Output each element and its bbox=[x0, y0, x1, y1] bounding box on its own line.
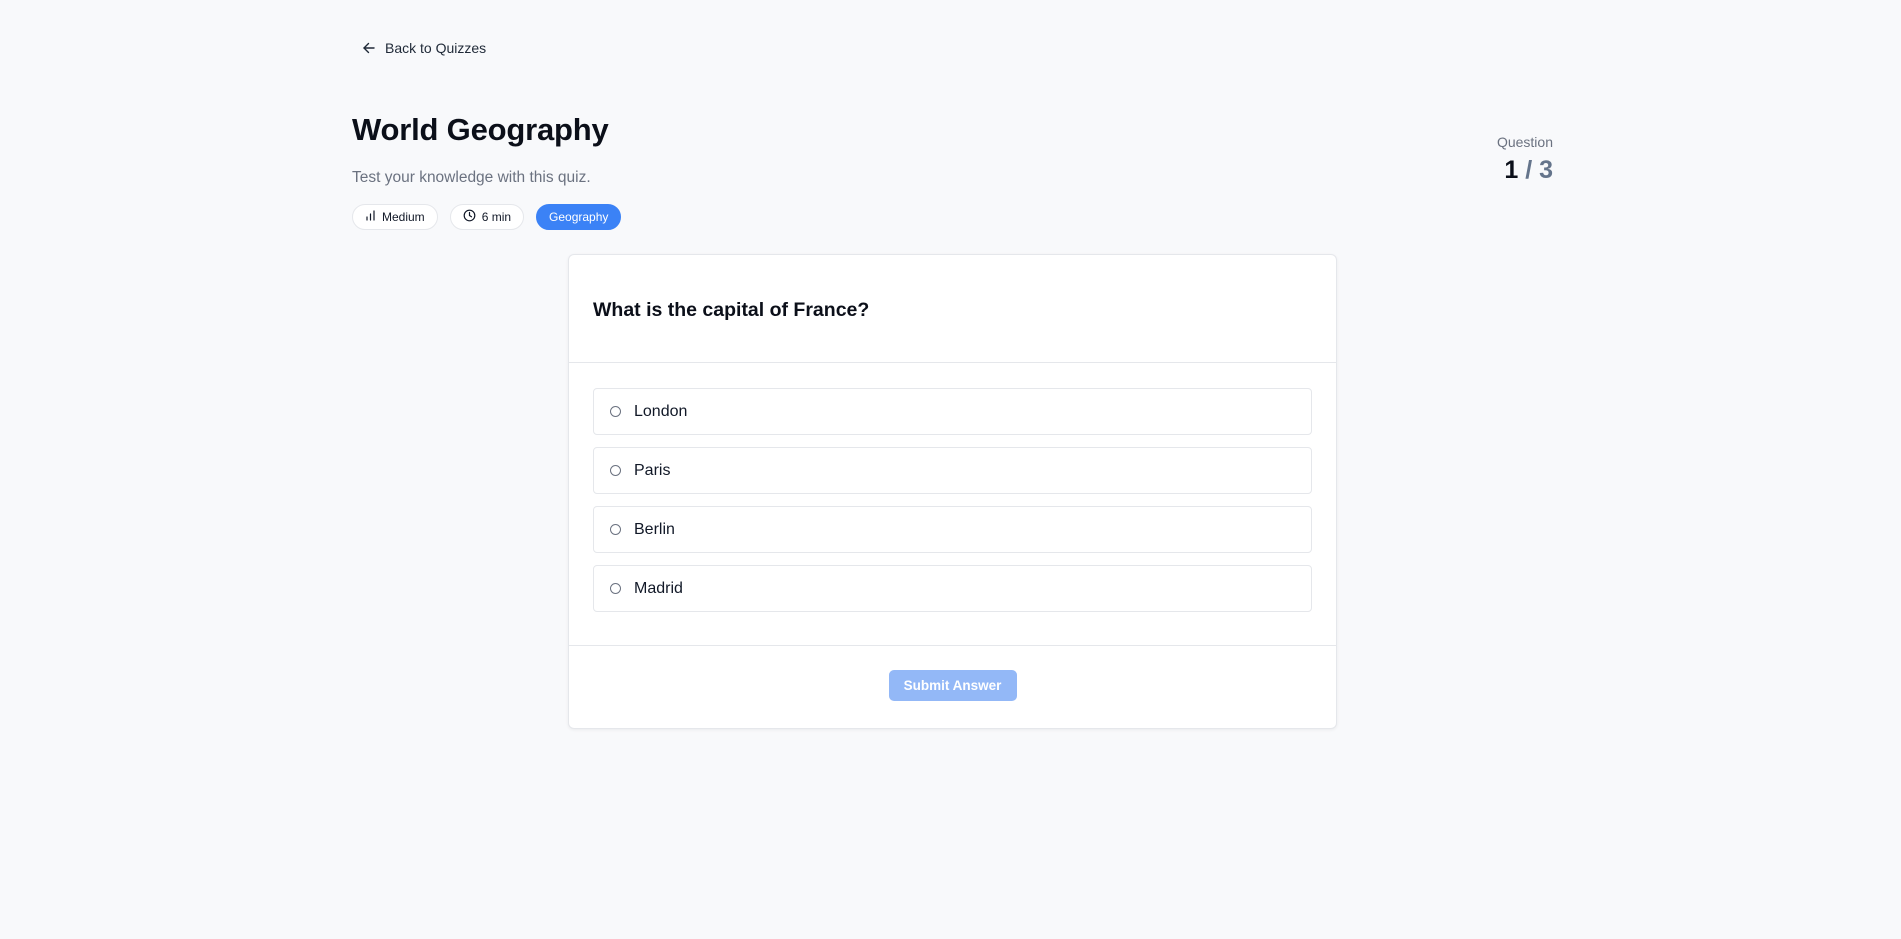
submit-answer-button[interactable]: Submit Answer bbox=[888, 670, 1017, 701]
question-progress: Question 1 / 3 bbox=[1497, 134, 1553, 185]
current-question-number: 1 bbox=[1504, 156, 1519, 184]
progress-count: 1 / 3 bbox=[1497, 156, 1553, 185]
answer-option[interactable]: London bbox=[593, 388, 1312, 435]
quiz-page: Back to Quizzes World Geography Test you… bbox=[0, 0, 1901, 939]
clock-icon bbox=[463, 209, 476, 225]
quiz-subtitle: Test your knowledge with this quiz. bbox=[352, 169, 591, 186]
answer-option-label: Madrid bbox=[634, 579, 683, 597]
arrow-left-icon bbox=[362, 41, 376, 55]
question-card: What is the capital of France? London Pa… bbox=[568, 254, 1337, 729]
progress-separator: / bbox=[1525, 156, 1533, 184]
back-link-label: Back to Quizzes bbox=[385, 40, 487, 56]
difficulty-tag: Medium bbox=[352, 204, 438, 230]
answer-options: London Paris Berlin Madrid bbox=[569, 363, 1336, 646]
radio-button[interactable] bbox=[610, 583, 621, 594]
category-label: Geography bbox=[549, 210, 609, 224]
answer-option[interactable]: Paris bbox=[593, 447, 1312, 494]
bar-chart-icon bbox=[365, 210, 376, 224]
answer-option-label: Berlin bbox=[634, 520, 675, 538]
answer-option-label: Paris bbox=[634, 461, 671, 479]
total-question-count: 3 bbox=[1539, 156, 1553, 184]
radio-button[interactable] bbox=[610, 406, 621, 417]
progress-label: Question bbox=[1496, 134, 1553, 150]
quiz-tags: Medium 6 min Geography bbox=[352, 204, 622, 230]
question-footer: Submit Answer bbox=[569, 646, 1336, 701]
answer-option[interactable]: Berlin bbox=[593, 506, 1312, 553]
back-to-quizzes-link[interactable]: Back to Quizzes bbox=[362, 40, 486, 56]
question-text: What is the capital of France? bbox=[593, 299, 870, 321]
duration-tag: 6 min bbox=[449, 204, 525, 230]
difficulty-label: Medium bbox=[382, 210, 425, 224]
duration-label: 6 min bbox=[481, 210, 512, 224]
answer-option-label: London bbox=[634, 402, 688, 420]
category-tag: Geography bbox=[536, 204, 622, 230]
radio-button[interactable] bbox=[610, 465, 621, 476]
answer-option[interactable]: Madrid bbox=[593, 565, 1312, 612]
question-header: What is the capital of France? bbox=[569, 255, 1336, 363]
quiz-title: World Geography bbox=[352, 112, 609, 147]
radio-button[interactable] bbox=[610, 524, 621, 535]
